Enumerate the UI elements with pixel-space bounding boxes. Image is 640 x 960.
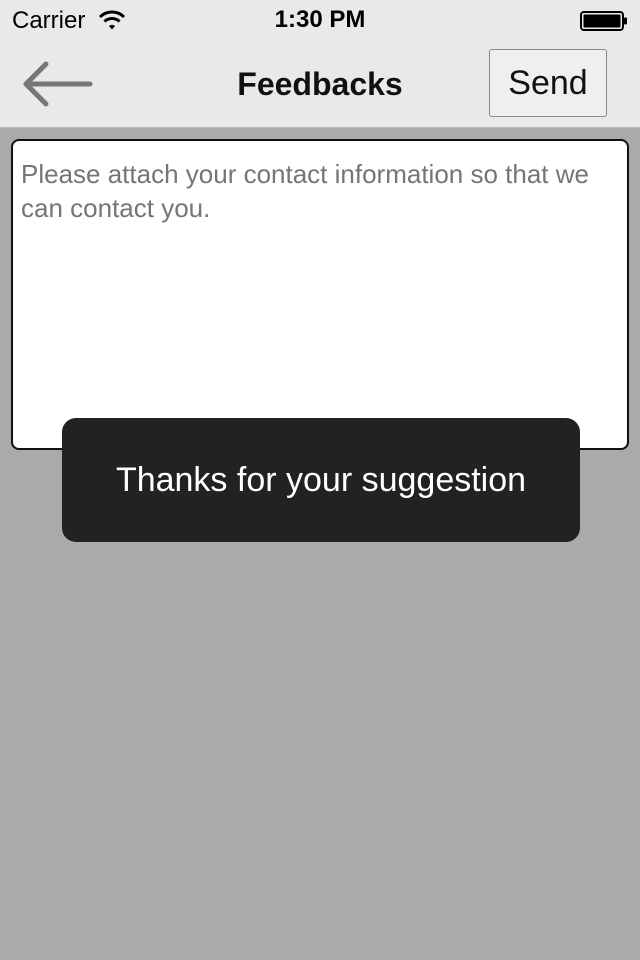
- status-time: 1:30 PM: [274, 6, 366, 33]
- status-bar: Carrier 1:30 PM: [0, 0, 640, 40]
- battery-icon: [580, 11, 627, 31]
- toast-notification: Thanks for your suggestion: [62, 418, 580, 542]
- navigation-bar: Feedbacks Send: [0, 40, 640, 128]
- toast-message: Thanks for your suggestion: [115, 460, 527, 499]
- send-button[interactable]: Send: [489, 49, 607, 117]
- feedback-text-field[interactable]: [11, 139, 629, 450]
